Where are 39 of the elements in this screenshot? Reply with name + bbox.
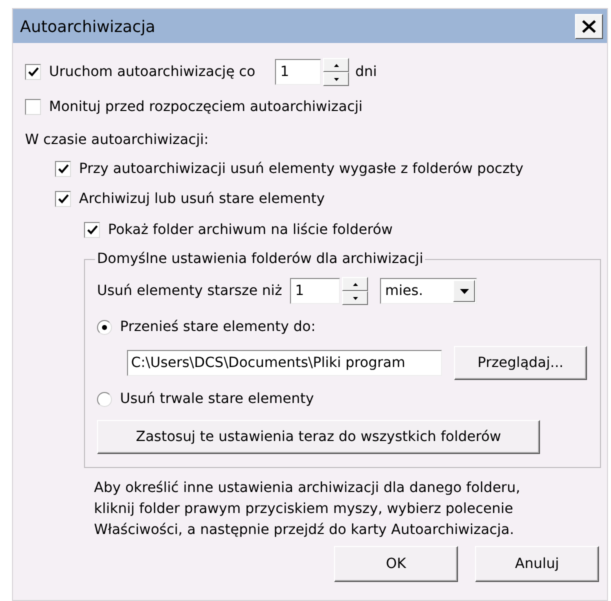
checkbox[interactable] <box>84 222 100 238</box>
group-title: Domyślne ustawienia folderów dla archiwizacji <box>96 251 424 267</box>
spin-down-button[interactable] <box>323 72 350 86</box>
checkbox-label: Przy autoarchiwizacji usuń elementy wygasłe z folderów poczty <box>79 161 524 177</box>
help-text: Aby określić inne ustawienia archiwizacji dla danego folderu, kliknij folder prawym przyciskiem myszy, wybierz polecenie Właściwości, a następnie przejdź do karty Autoarchiwizacja. <box>94 479 522 540</box>
dropdown-arrow-icon <box>460 288 469 294</box>
checkbox-label: Archiwizuj lub usuń stare elementy <box>79 191 325 207</box>
unit-dropdown[interactable]: mies. <box>380 278 478 304</box>
section-label: W czasie autoarchiwizacji: <box>25 132 209 148</box>
spin-up-button[interactable] <box>342 277 368 291</box>
radio-button[interactable] <box>97 320 112 334</box>
dialog-button[interactable]: Anuluj <box>475 546 599 582</box>
checkbox[interactable] <box>55 161 71 177</box>
field-label: Usuń elementy starsze niż <box>97 283 282 299</box>
radio-button[interactable] <box>97 392 112 406</box>
up-arrow-icon <box>352 282 358 286</box>
spin-up-button[interactable] <box>323 58 350 72</box>
path-field[interactable]: C:\Users\DCS\Documents\Pliki program <box>127 350 442 376</box>
browse-button[interactable]: Przeglądaj... <box>454 346 587 380</box>
spin-down-button[interactable] <box>342 291 368 305</box>
checkbox[interactable] <box>25 99 41 115</box>
down-arrow-icon <box>334 78 339 80</box>
checkbox-label: Monituj przed rozpoczęciem autoarchiwizacji <box>49 99 363 115</box>
checkbox-label: Pokaż folder archiwum na liście folderów <box>108 222 393 238</box>
checkbox-label: Uruchom autoarchiwizację co <box>49 64 256 80</box>
radio-label: Przenieś stare elementy do: <box>120 319 316 335</box>
radio-label: Usuń trwale stare elementy <box>120 391 314 407</box>
window-title: Autoarchiwizacja <box>20 16 156 36</box>
days-field[interactable]: 1 <box>275 59 322 85</box>
unit-label: dni <box>355 64 377 80</box>
apply-button[interactable]: Zastosuj te ustawienia teraz do wszystkich folderów <box>97 420 540 454</box>
up-arrow-icon <box>334 64 339 66</box>
checkbox[interactable] <box>25 64 41 80</box>
checkbox[interactable] <box>55 191 71 207</box>
close-icon <box>582 20 596 32</box>
down-arrow-icon <box>352 296 358 300</box>
dialog-button[interactable]: OK <box>334 546 458 582</box>
close-button[interactable] <box>575 14 603 38</box>
age-field[interactable]: 1 <box>290 278 340 304</box>
